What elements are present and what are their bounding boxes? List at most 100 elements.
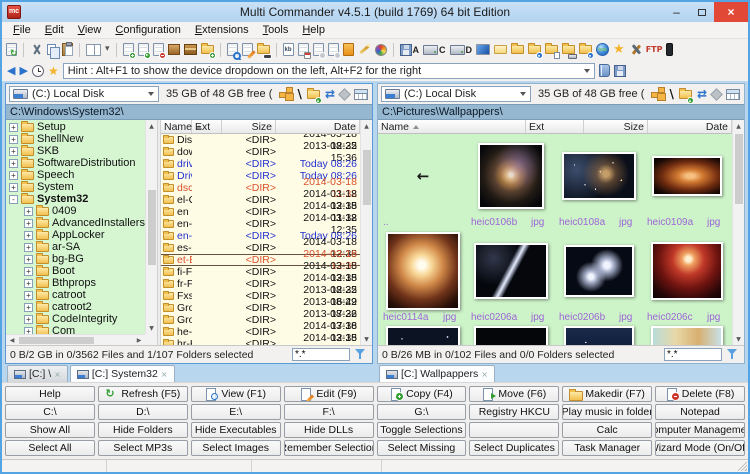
tree-item-codeintegrity[interactable]: + CodeIntegrity [6,312,145,325]
file-thumbnail-heic0109a[interactable]: heic0109a jpg [643,134,731,229]
documents-folder-icon[interactable] [493,41,508,58]
button-f-[interactable]: F:\ [283,404,374,420]
expand-icon[interactable]: + [24,242,33,252]
deselect-all-icon[interactable] [710,86,723,103]
tools-icon[interactable] [628,41,643,58]
menu-edit[interactable]: Edit [38,23,71,37]
tree-item-setup[interactable]: + Setup [6,121,145,133]
forward-icon[interactable]: ▶ [18,62,28,79]
right-path-bar[interactable]: C:\Pictures\Wallpappers\ [378,104,744,120]
save-layout-icon[interactable] [613,62,627,79]
tree-item-catroot[interactable]: + catroot [6,288,145,301]
tab--c-system32[interactable]: [C:] System32 × [69,365,175,382]
button-select-images[interactable]: Select Images [190,440,281,456]
expand-icon[interactable]: + [24,230,33,240]
file-thumbnail-heic0114a[interactable]: heic0114a jpg [379,229,467,324]
favorites-icon[interactable]: ★ [612,41,626,58]
tab-close-icon[interactable]: × [54,370,61,379]
find-files-icon[interactable] [256,41,272,59]
new-file-icon[interactable] [122,41,136,59]
tree-item-shellnew[interactable]: + ShellNew [6,132,145,145]
file-row-en-gb[interactable]: en-GB<DIR>2014-03-18 12:35 [161,212,360,236]
list-vertical-scrollbar[interactable] [360,120,372,345]
paste-icon[interactable] [61,41,74,58]
scroll-up-icon[interactable] [361,120,372,132]
drive-c-icon[interactable]: C [422,41,447,58]
button-edit-f9-[interactable]: Edit (F9) [283,386,374,402]
column-header-size[interactable]: Size [222,120,276,133]
button-computer-management[interactable]: Computer Management [655,422,745,438]
display-icon[interactable] [475,41,491,58]
column-header-name[interactable]: Name [378,120,526,133]
close-button[interactable]: × [714,2,748,22]
kb-article-icon[interactable]: kb [282,41,295,58]
expand-icon[interactable]: + [9,134,18,144]
view-columns-icon[interactable] [353,86,369,103]
button-toggle-selections[interactable]: Toggle Selections [376,422,467,438]
notes-icon[interactable] [598,62,611,79]
scrollbar-thumb[interactable] [363,150,371,205]
file-row-downlevel[interactable]: downlevel<DIR>2013-08-22 15:36 [161,140,360,164]
expand-icon[interactable]: + [9,146,18,156]
file-thumbnail[interactable] [643,324,731,345]
tree-item-bthprops[interactable]: + Bthprops [6,276,145,289]
button-select-all[interactable]: Select All [5,440,95,456]
menu-tools[interactable]: Tools [256,23,296,37]
back-icon[interactable]: ◀ [6,62,16,79]
tree-item-com[interactable]: + Com [6,324,145,334]
menu-help[interactable]: Help [295,23,332,37]
thumb-vertical-scrollbar[interactable] [732,120,744,345]
tab--c-[interactable]: [C:] \ × [7,365,68,382]
button-c-[interactable]: C:\ [5,404,95,420]
rename-tool-icon[interactable] [357,41,372,58]
phone-icon[interactable] [665,41,674,58]
button-wizard-mode-on-off-[interactable]: Wizard Mode (On/Off) [655,440,745,456]
maximize-button[interactable] [689,2,714,22]
clipboard-doc-icon[interactable] [342,41,355,58]
tab-close-icon[interactable]: × [161,370,168,379]
scroll-down-icon[interactable] [146,322,157,334]
button-registry-hkcu[interactable]: Registry HKCU [469,404,560,420]
right-filter-input[interactable] [664,348,722,361]
goto-root-icon[interactable]: \ [669,86,675,103]
expand-icon[interactable]: + [9,170,18,180]
button-makedir-f7-[interactable]: Makedir (F7) [562,386,653,402]
folder-documents-icon[interactable] [544,41,561,59]
cut-icon[interactable] [29,41,44,58]
delete-file-icon[interactable] [152,41,166,59]
file-thumbnail[interactable] [467,324,555,345]
file-thumbnail-heic0108a[interactable]: heic0108a jpg [555,134,643,229]
tree-item-ar-sa[interactable]: + ar-SA [6,240,145,253]
network-icon[interactable] [595,41,610,58]
button-copy-f4-[interactable]: Copy (F4) [376,386,467,402]
menu-file[interactable]: File [6,23,38,37]
deselect-all-icon[interactable] [338,86,351,103]
file-thumbnail-heic0206b[interactable]: heic0206b jpg [555,229,643,324]
edit-file-icon[interactable] [241,41,254,58]
minimize-button[interactable]: – [664,2,689,22]
expand-icon[interactable]: + [24,218,33,228]
button-select-duplicates[interactable]: Select Duplicates [469,440,560,456]
file-operations-icon[interactable] [312,41,326,59]
column-header-date[interactable]: Date [648,120,732,133]
expand-icon[interactable]: + [24,314,33,324]
filter-icon[interactable] [726,348,740,361]
expand-icon[interactable]: + [24,254,33,264]
column-header-ext[interactable]: Ext [526,120,584,133]
collapse-icon[interactable]: - [9,194,18,204]
expand-icon[interactable]: + [24,266,33,276]
file-operations2-icon[interactable] [327,41,341,59]
scroll-up-icon[interactable] [146,120,157,132]
scroll-up-icon[interactable] [733,120,744,132]
scroll-right-icon[interactable] [133,335,145,345]
color-settings-icon[interactable] [374,41,388,58]
tree-item-softwaredistribution[interactable]: + SoftwareDistribution [6,156,145,169]
unpack-icon[interactable] [183,41,198,58]
left-path-bar[interactable]: C:\Windows\System32\ [6,104,372,120]
button-hide-dlls[interactable]: Hide DLLs [283,422,374,438]
swap-panels-icon[interactable]: ⇄ [324,86,336,103]
file-thumbnail-heic0106b[interactable]: heic0106b jpg [467,134,555,229]
file-row-drivers[interactable]: drivers <DIR> Today 08:26 [161,158,360,170]
expand-icon[interactable]: + [24,206,33,216]
tab-close-icon[interactable]: × [481,370,488,379]
